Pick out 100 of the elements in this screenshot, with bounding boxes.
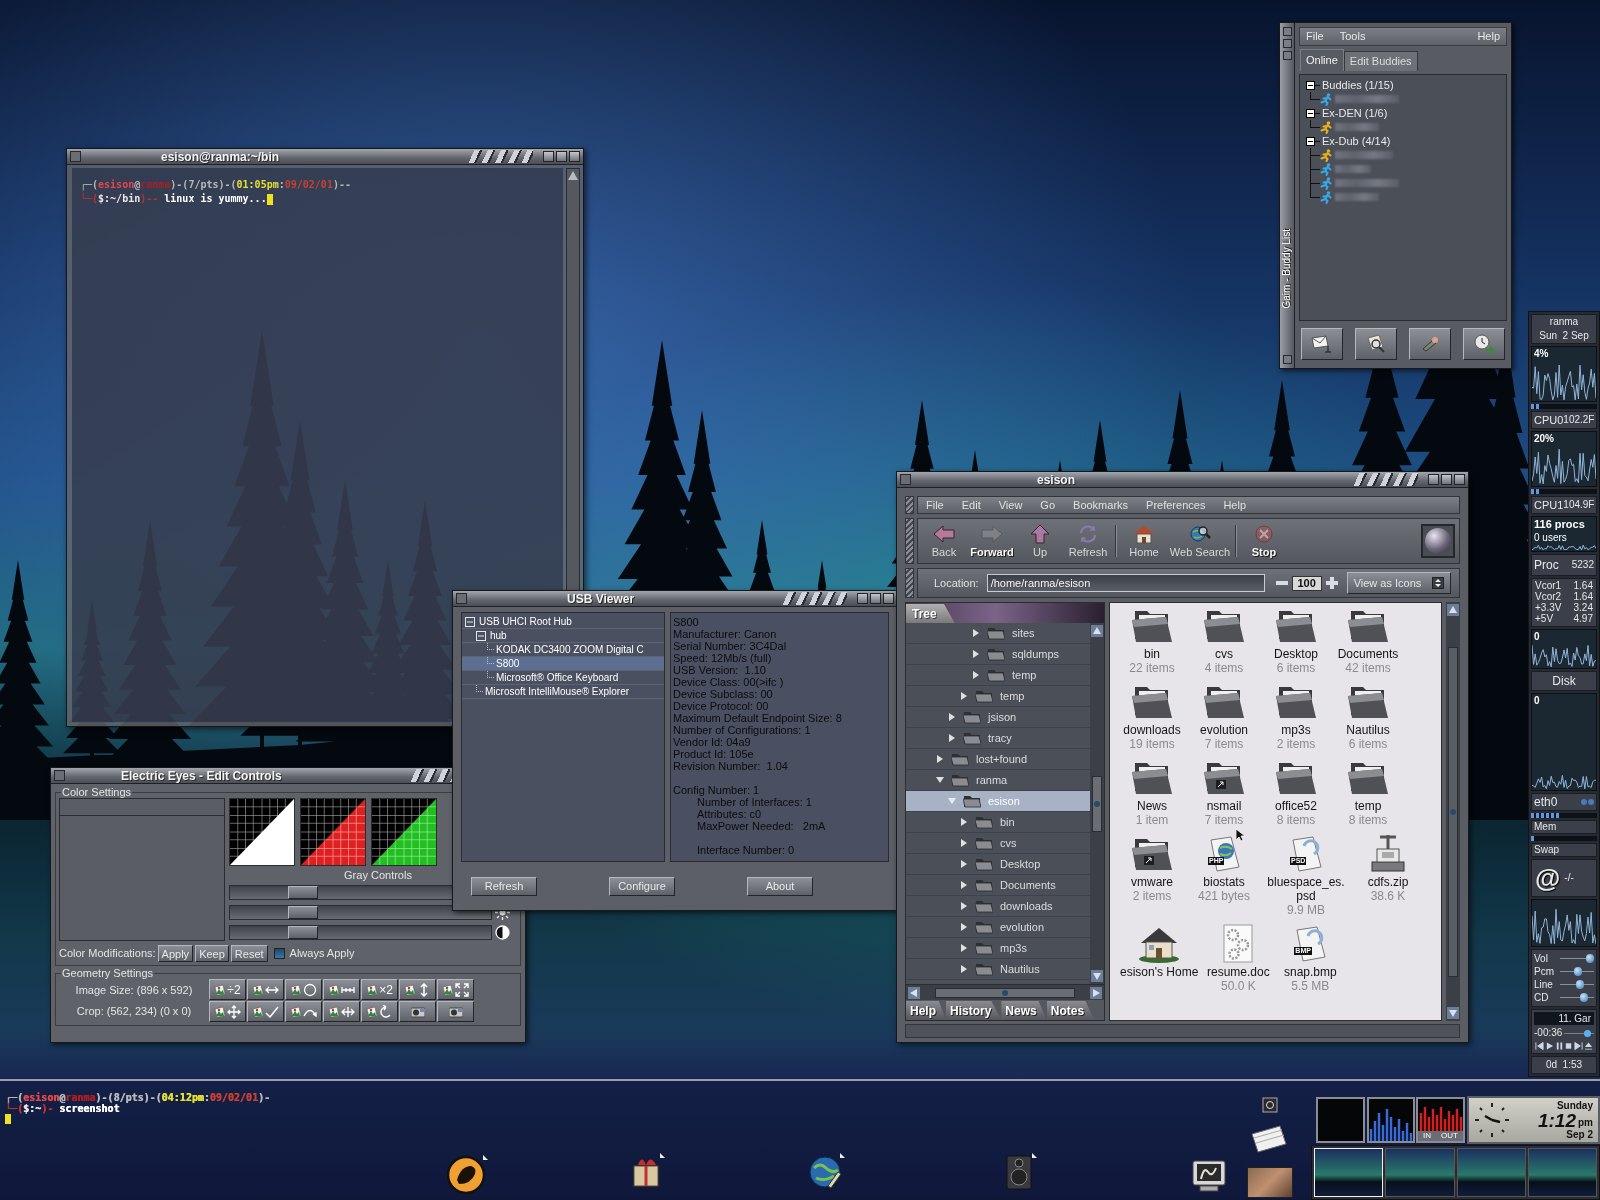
color-action-button[interactable]: Reset [230,945,268,962]
tree-row[interactable]: jsison [906,707,1090,728]
window-menu-button[interactable] [70,151,81,162]
minimize-button[interactable] [1428,474,1439,485]
color-action-button[interactable]: Keep [195,945,229,962]
up-button[interactable]: Up [1016,520,1064,562]
rotate-arc-button[interactable] [285,1001,322,1022]
sidebar-tab[interactable]: Notes [1046,1001,1095,1020]
device-row[interactable]: Microsoft® Office Keyboard [462,671,664,685]
volume-slider[interactable] [1560,967,1594,976]
minimize-button[interactable] [543,151,554,162]
tree-row[interactable]: temp [906,665,1090,686]
triangle-right-icon[interactable] [960,818,968,826]
slider-thumb[interactable] [287,886,318,899]
next-icon[interactable] [1574,1041,1584,1051]
previous-icon[interactable] [1535,1041,1544,1051]
minimize-button[interactable] [1282,39,1292,48]
triangle-right-icon[interactable] [972,629,980,637]
triangle-right-icon[interactable] [960,881,968,889]
volume-slider[interactable] [1560,993,1594,1002]
tree-row[interactable]: mp3s [906,938,1090,959]
desktop-thumbnail[interactable] [1385,1148,1455,1197]
tree-row[interactable]: tracy [906,728,1090,749]
tree-row[interactable]: evolution [906,917,1090,938]
slider-track[interactable] [229,905,492,920]
dialog-button[interactable]: Configure [609,876,675,896]
menu-item[interactable]: Preferences [1146,496,1206,514]
view-as-dropdown[interactable]: View as Icons [1346,572,1451,594]
file-name[interactable]: vmware [1131,875,1173,889]
tree-row[interactable]: Nautilus [906,959,1090,980]
menu-item[interactable]: File [926,496,944,514]
triangle-right-icon[interactable] [972,671,980,679]
triangle-right-icon[interactable] [972,650,980,658]
tab[interactable]: Edit Buddies [1343,51,1418,71]
group-label[interactable]: Ex-Dub (4/14) [1322,135,1391,147]
checkbox[interactable] [273,948,285,959]
back-button[interactable]: Back [920,520,968,562]
envelope-button[interactable] [1301,328,1343,360]
file-name[interactable]: nsmail [1206,799,1242,813]
maximize-button[interactable] [556,151,567,162]
tree-row[interactable]: cvs [906,833,1090,854]
up-arrow-icon[interactable] [1091,625,1103,637]
file-name[interactable]: Documents [1337,647,1399,661]
monitor-icon[interactable] [1192,1160,1226,1192]
dialog-button[interactable]: About [747,876,813,896]
color-swatch-icon[interactable] [371,798,437,866]
up-arrow-icon[interactable] [568,171,578,180]
grow-button[interactable] [323,979,360,1000]
sidebar-tab[interactable]: History [946,1001,1002,1020]
tree-row[interactable]: Documents [906,875,1090,896]
menu-item[interactable]: Help [1223,496,1246,514]
device-row[interactable]: Microsoft IntelliMouse® Explorer [462,685,664,699]
shrink-button[interactable] [247,979,284,1000]
menu-item[interactable]: Edit [961,496,981,514]
desktop-thumbnail[interactable] [1456,1148,1526,1197]
window-menu-button[interactable] [456,593,467,604]
up-arrow-icon[interactable] [1447,604,1459,616]
dialog-button[interactable]: Refresh [471,876,537,896]
triangle-right-icon[interactable] [960,923,968,931]
tree-row[interactable]: bin [906,812,1090,833]
file-name[interactable]: mp3s [1281,723,1311,737]
file-name[interactable]: Desktop [1274,647,1318,661]
move-button[interactable] [209,1001,246,1022]
toolbar-handle[interactable] [905,568,914,598]
file-name[interactable]: Nautilus [1346,723,1390,737]
tab[interactable]: Online [1300,49,1344,71]
triangle-right-icon[interactable] [960,839,968,847]
group-label[interactable]: Ex-DEN (1/6) [1322,107,1388,119]
notepad-icon[interactable] [1250,1122,1288,1156]
group-label[interactable]: Buddies (1/15) [1322,79,1394,91]
down-arrow-icon[interactable] [1091,970,1103,982]
plus-icon[interactable] [1324,576,1339,590]
ring-icon[interactable] [1262,1097,1278,1113]
collapse-icon[interactable] [1306,108,1315,118]
home-button[interactable]: Home [1120,520,1168,562]
triangle-right-icon[interactable] [960,860,968,868]
round-logo-icon[interactable] [447,1154,489,1194]
close-button[interactable] [1454,474,1465,485]
tree-row[interactable]: downloads [906,896,1090,917]
slider-thumb[interactable] [287,906,318,919]
volume-slider[interactable] [1560,980,1594,989]
check-button[interactable] [247,1001,284,1022]
triangle-down-icon[interactable] [936,776,944,784]
fit-button[interactable] [437,979,474,1000]
tree-row[interactable]: sites [906,623,1090,644]
maximize-button[interactable] [870,593,881,604]
device-row[interactable]: hub [462,629,664,643]
pen-button[interactable] [1409,328,1451,360]
speaker-icon[interactable] [1004,1152,1038,1190]
rotate-button[interactable] [361,1001,398,1022]
camera-button[interactable] [437,1001,474,1022]
file-name[interactable]: cvs [1215,647,1233,661]
menu-item[interactable]: View [998,496,1023,514]
slider-thumb[interactable] [1586,954,1594,963]
file-name[interactable]: bin [1144,647,1160,661]
window-menu-button[interactable] [900,474,911,485]
menu-item[interactable]: Go [1040,496,1056,514]
tree-row[interactable]: Desktop [906,854,1090,875]
color-swatch-icon[interactable] [229,798,295,866]
close-button[interactable] [569,151,580,162]
